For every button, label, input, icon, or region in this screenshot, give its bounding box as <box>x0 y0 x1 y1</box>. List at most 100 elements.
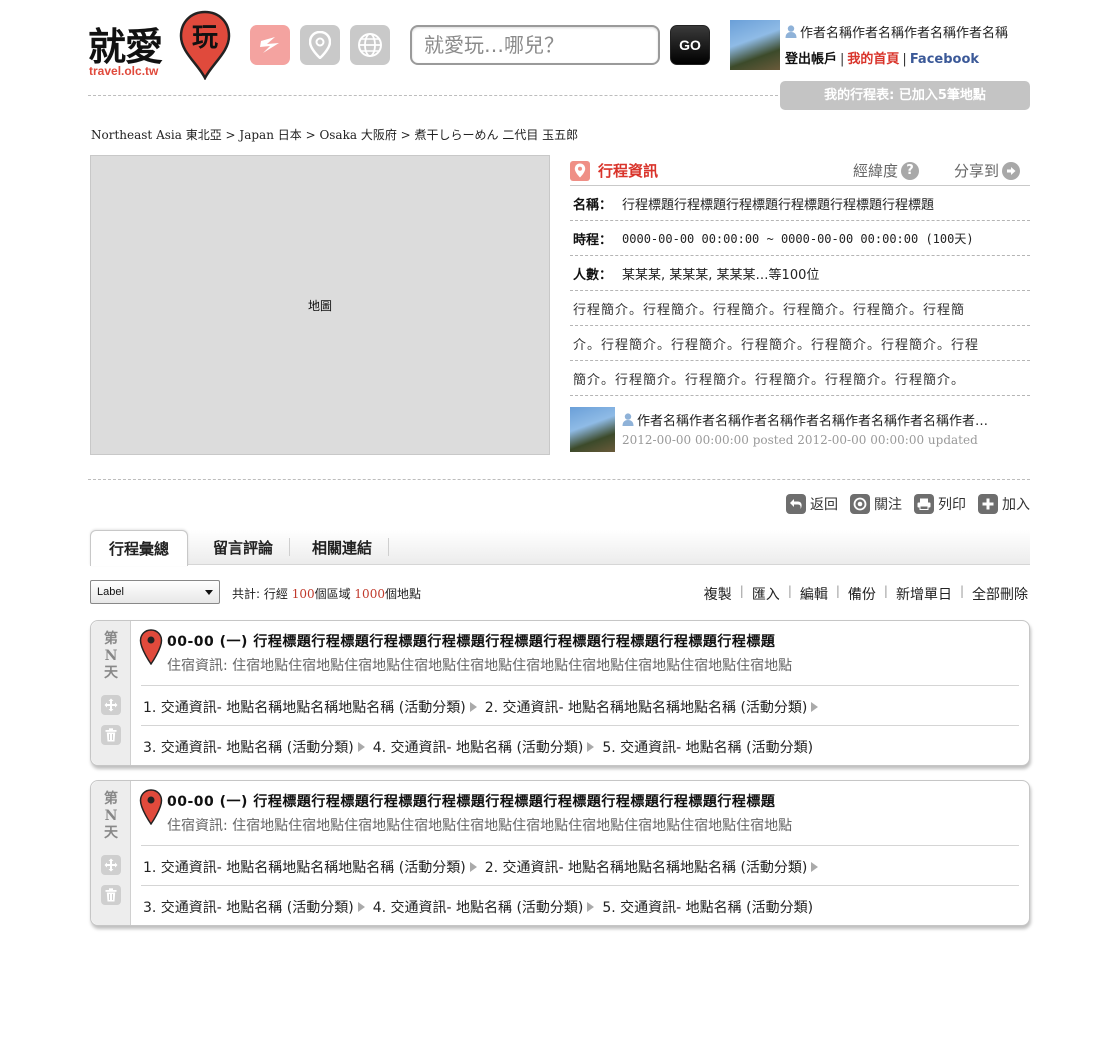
route-stop[interactable]: 1. 交通資訊- 地點名稱地點名稱地點名稱 (活動分類) <box>143 697 466 717</box>
author-name-row: 作者名稱作者名稱作者名稱作者名稱作者名稱作者名稱作者… <box>622 410 988 429</box>
breadcrumb-country[interactable]: Japan 日本 <box>239 128 301 142</box>
author-name[interactable]: 作者名稱作者名稱作者名稱作者名稱作者名稱作者名稱作者… <box>637 410 988 429</box>
map-pin-icon[interactable] <box>300 25 340 65</box>
logout-link[interactable]: 登出帳戶 <box>785 52 837 67</box>
day-route-row: 1. 交通資訊- 地點名稱地點名稱地點名稱 (活動分類) 2. 交通資訊- 地點… <box>143 697 826 717</box>
map-pin-icon <box>139 789 163 825</box>
breadcrumb: Northeast Asia 東北亞 > Japan 日本 > Osaka 大阪… <box>91 126 578 143</box>
trip-description-line: 介。行程簡介。行程簡介。行程簡介。行程簡介。行程簡介。行程 <box>570 326 1030 361</box>
trash-icon[interactable] <box>101 725 121 745</box>
back-arrow-icon <box>786 494 806 514</box>
share-link[interactable]: 分享到 <box>954 160 1021 181</box>
route-stop[interactable]: 5. 交通資訊- 地點名稱 (活動分類) <box>602 897 813 917</box>
person-icon <box>785 25 797 38</box>
location-pin-icon <box>570 160 590 181</box>
trip-name-row: 名稱： 行程標題行程標題行程標題行程標題行程標題行程標題 <box>570 186 1030 221</box>
author-block: 作者名稱作者名稱作者名稱作者名稱作者名稱作者名稱作者… 2012-00-00 0… <box>570 404 1030 460</box>
flash-icon[interactable] <box>250 25 290 65</box>
triangle-right-icon <box>811 862 819 872</box>
print-button[interactable]: 列印 <box>914 494 966 514</box>
add-button[interactable]: 加入 <box>978 494 1030 514</box>
triangle-right-icon <box>469 702 477 712</box>
follow-button[interactable]: 關注 <box>850 494 902 514</box>
info-title-text: 行程資訊 <box>598 162 659 180</box>
copy-link[interactable]: 複製 <box>704 584 732 604</box>
chevron-down-icon <box>205 590 213 595</box>
import-link[interactable]: 匯入 <box>752 584 780 604</box>
delete-all-link[interactable]: 全部刪除 <box>972 584 1028 604</box>
author-avatar[interactable] <box>570 407 615 452</box>
route-stop[interactable]: 4. 交通資訊- 地點名稱 (活動分類) <box>373 737 584 757</box>
day-route-row: 3. 交通資訊- 地點名稱 (活動分類) 4. 交通資訊- 地點名稱 (活動分類… <box>143 737 813 757</box>
header-divider <box>88 95 778 96</box>
day-label: 第N天 <box>104 631 118 681</box>
tab-bar: 行程彙總 留言評論 相關連結 <box>90 530 1030 566</box>
site-logo[interactable]: 就愛 玩 travel.olc.tw <box>88 10 234 82</box>
logo-pin-icon: 玩 <box>179 10 231 80</box>
label-select[interactable]: Label <box>90 580 220 604</box>
tab-comments[interactable]: 留言評論 <box>194 530 292 565</box>
route-stop[interactable]: 3. 交通資訊- 地點名稱 (活動分類) <box>143 897 354 917</box>
map-area[interactable]: 地圖 <box>90 155 550 455</box>
tab-divider <box>388 538 389 556</box>
latlng-link[interactable]: 經緯度 ? <box>853 160 920 181</box>
trip-description-line: 行程簡介。行程簡介。行程簡介。行程簡介。行程簡介。行程簡 <box>570 291 1030 326</box>
globe-icon[interactable] <box>350 25 390 65</box>
link-divider: | <box>902 52 907 67</box>
move-icon[interactable] <box>101 855 121 875</box>
tab-divider <box>289 538 290 556</box>
map-placeholder-label: 地圖 <box>307 298 332 313</box>
trash-icon[interactable] <box>101 885 121 905</box>
trip-people-row: 人數： 某某某, 某某某, 某某某…等100位 <box>570 256 1030 291</box>
trip-actions: 返回 關注 列印 加入 <box>786 494 1030 514</box>
trip-operations: 複製 | 匯入 | 編輯 | 備份 | 新增單日 | 全部刪除 <box>704 584 1028 604</box>
day-divider <box>141 725 1019 726</box>
trip-name-label: 名稱： <box>573 197 613 213</box>
route-stop[interactable]: 2. 交通資訊- 地點名稱地點名稱地點名稱 (活動分類) <box>485 857 808 877</box>
facebook-link[interactable]: Facebook <box>910 52 979 67</box>
link-divider: | <box>840 52 845 67</box>
go-button[interactable]: GO <box>670 25 710 65</box>
add-day-link[interactable]: 新增單日 <box>896 584 952 604</box>
info-header: 行程資訊 經緯度 ? 分享到 <box>570 158 1030 186</box>
route-stop[interactable]: 1. 交通資訊- 地點名稱地點名稱地點名稱 (活動分類) <box>143 857 466 877</box>
route-stop[interactable]: 4. 交通資訊- 地點名稱 (活動分類) <box>373 897 584 917</box>
help-icon: ? <box>901 161 920 180</box>
search-input[interactable] <box>410 25 660 65</box>
tab-summary[interactable]: 行程彙總 <box>90 530 188 566</box>
user-avatar[interactable] <box>730 20 780 70</box>
op-divider: | <box>739 584 744 598</box>
route-stop[interactable]: 5. 交通資訊- 地點名稱 (活動分類) <box>602 737 813 757</box>
day-title[interactable]: 00-00 (一) 行程標題行程標題行程標題行程標題行程標題行程標題行程標題行程… <box>167 631 775 651</box>
printer-icon <box>914 494 934 514</box>
plus-icon <box>978 494 998 514</box>
op-divider: | <box>959 584 964 598</box>
breadcrumb-current: 煮干しらーめん 二代目 玉五郎 <box>414 128 579 142</box>
move-icon[interactable] <box>101 695 121 715</box>
back-label: 返回 <box>810 497 838 513</box>
person-icon <box>622 413 634 426</box>
my-trip-button[interactable]: 我的行程表: 已加入5筆地點 <box>780 81 1030 110</box>
section-divider <box>88 479 1030 480</box>
print-label: 列印 <box>938 497 966 513</box>
label-select-value: Label <box>97 586 124 598</box>
day-route-row: 1. 交通資訊- 地點名稱地點名稱地點名稱 (活動分類) 2. 交通資訊- 地點… <box>143 857 826 877</box>
user-links: 登出帳戶 | 我的首頁 | Facebook <box>785 48 979 67</box>
day-accommodation: 住宿資訊: 住宿地點住宿地點住宿地點住宿地點住宿地點住宿地點住宿地點住宿地點住宿… <box>167 658 793 674</box>
route-stop[interactable]: 3. 交通資訊- 地點名稱 (活動分類) <box>143 737 354 757</box>
my-home-link[interactable]: 我的首頁 <box>847 52 899 67</box>
day-card: 第N天 00-00 (一) 行程標題行程標題行程標題行程標題行程標題行程標題行程… <box>90 620 1030 766</box>
back-button[interactable]: 返回 <box>786 494 838 514</box>
latlng-label: 經緯度 <box>853 162 899 180</box>
triangle-right-icon <box>587 742 595 752</box>
place-suffix: 個地點 <box>384 587 421 601</box>
backup-link[interactable]: 備份 <box>848 584 876 604</box>
trip-time-value: 0000-00-00 00:00:00 ~ 0000-00-00 00:00:0… <box>622 231 974 246</box>
day-title[interactable]: 00-00 (一) 行程標題行程標題行程標題行程標題行程標題行程標題行程標題行程… <box>167 791 775 811</box>
breadcrumb-prefecture[interactable]: Osaka 大阪府 <box>319 128 396 142</box>
breadcrumb-region[interactable]: Northeast Asia 東北亞 <box>91 128 222 142</box>
route-stop[interactable]: 2. 交通資訊- 地點名稱地點名稱地點名稱 (活動分類) <box>485 697 808 717</box>
tab-links[interactable]: 相關連結 <box>294 530 390 565</box>
edit-link[interactable]: 編輯 <box>800 584 828 604</box>
share-label: 分享到 <box>954 162 1000 180</box>
